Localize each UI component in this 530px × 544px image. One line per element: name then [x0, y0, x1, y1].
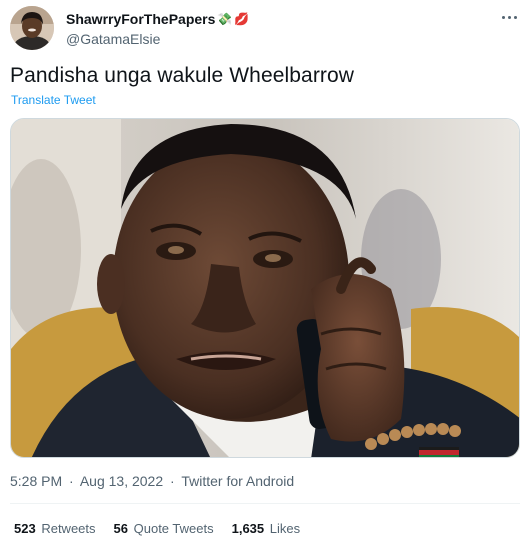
likes-label: Likes — [269, 521, 301, 536]
avatar-image — [10, 6, 54, 50]
author-name-block: ShawrryForThePapers 💸 💋 @GatamaElsie — [66, 10, 249, 47]
tweet-meta: 5:28 PM · Aug 13, 2022 · Twitter for And… — [10, 473, 294, 489]
meta-separator: · — [170, 473, 175, 489]
tweet-time[interactable]: 5:28 PM — [10, 473, 62, 489]
tweet-source[interactable]: Twitter for Android — [181, 473, 294, 489]
retweets-stat[interactable]: 523 Retweets — [14, 521, 96, 536]
meta-separator: · — [69, 473, 74, 489]
more-options-icon[interactable] — [498, 8, 520, 26]
retweets-label: Retweets — [41, 521, 96, 536]
more-dot — [513, 15, 517, 19]
tweet-media[interactable] — [10, 118, 520, 458]
avatar[interactable] — [10, 6, 54, 50]
tweet-text: Pandisha unga wakule Wheelbarrow — [10, 64, 355, 87]
tweet-photo — [11, 119, 519, 457]
tweet: ShawrryForThePapers 💸 💋 @GatamaElsie Pan… — [0, 0, 530, 544]
retweets-count: 523 — [14, 521, 36, 536]
more-dot — [501, 15, 505, 19]
money-emoji-icon: 💸 — [217, 12, 233, 26]
quote-tweets-stat[interactable]: 56 Quote Tweets — [114, 521, 214, 536]
translate-tweet-link[interactable]: Translate Tweet — [11, 93, 96, 107]
quote-tweets-count: 56 — [113, 521, 128, 536]
likes-count: 1,635 — [231, 521, 265, 536]
quote-tweets-label: Quote Tweets — [133, 521, 214, 536]
likes-stat[interactable]: 1,635 Likes — [232, 521, 301, 536]
more-dot — [507, 15, 511, 19]
lips-emoji-icon: 💋 — [234, 12, 250, 26]
divider — [10, 503, 520, 504]
tweet-stats: 523 Retweets 56 Quote Tweets 1,635 Likes — [14, 521, 318, 536]
tweet-header: ShawrryForThePapers 💸 💋 @GatamaElsie — [10, 6, 520, 50]
display-name-row[interactable]: ShawrryForThePapers 💸 💋 — [66, 10, 249, 28]
tweet-date[interactable]: Aug 13, 2022 — [80, 473, 163, 489]
author-handle[interactable]: @GatamaElsie — [66, 31, 249, 47]
display-name[interactable]: ShawrryForThePapers — [66, 11, 215, 27]
